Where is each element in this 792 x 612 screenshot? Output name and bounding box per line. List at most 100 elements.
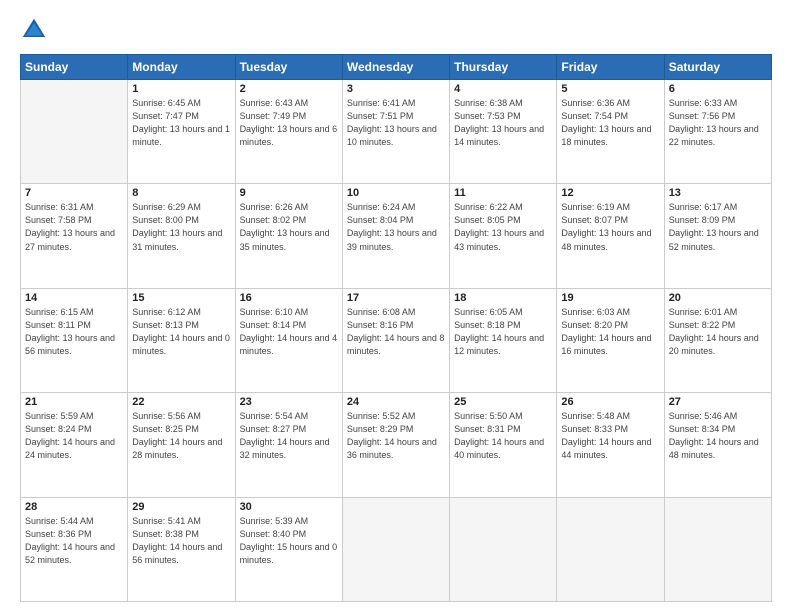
- day-number: 28: [25, 501, 123, 513]
- day-info: Sunrise: 5:44 AMSunset: 8:36 PMDaylight:…: [25, 515, 123, 567]
- day-info: Sunrise: 6:24 AMSunset: 8:04 PMDaylight:…: [347, 201, 445, 253]
- day-number: 14: [25, 292, 123, 304]
- logo: [20, 16, 52, 44]
- day-number: 7: [25, 187, 123, 199]
- day-number: 20: [669, 292, 767, 304]
- day-info: Sunrise: 5:48 AMSunset: 8:33 PMDaylight:…: [561, 410, 659, 462]
- calendar-cell: 9 Sunrise: 6:26 AMSunset: 8:02 PMDaylight…: [235, 184, 342, 288]
- day-info: Sunrise: 6:15 AMSunset: 8:11 PMDaylight:…: [25, 306, 123, 358]
- week-row-0: 1 Sunrise: 6:45 AMSunset: 7:47 PMDaylight…: [21, 80, 772, 184]
- week-row-1: 7Sunrise: 6:31 AMSunset: 7:58 PMDaylight…: [21, 184, 772, 288]
- day-number: 13: [669, 187, 767, 199]
- week-row-4: 28 Sunrise: 5:44 AMSunset: 8:36 PMDayligh…: [21, 497, 772, 601]
- day-info: Sunrise: 6:43 AMSunset: 7:49 PMDaylight:…: [240, 97, 338, 149]
- calendar-cell: 15 Sunrise: 6:12 AMSunset: 8:13 PMDayligh…: [128, 288, 235, 392]
- day-info: Sunrise: 6:45 AMSunset: 7:47 PMDaylight:…: [132, 97, 230, 149]
- weekday-header-row: SundayMondayTuesdayWednesdayThursdayFrid…: [21, 55, 772, 80]
- week-row-2: 14 Sunrise: 6:15 AMSunset: 8:11 PMDayligh…: [21, 288, 772, 392]
- day-info: Sunrise: 6:36 AMSunset: 7:54 PMDaylight:…: [561, 97, 659, 149]
- day-number: 19: [561, 292, 659, 304]
- calendar-cell: [664, 497, 771, 601]
- calendar-cell: 14 Sunrise: 6:15 AMSunset: 8:11 PMDayligh…: [21, 288, 128, 392]
- day-info: Sunrise: 6:12 AMSunset: 8:13 PMDaylight:…: [132, 306, 230, 358]
- calendar-cell: 3 Sunrise: 6:41 AMSunset: 7:51 PMDaylight…: [342, 80, 449, 184]
- calendar-cell: 28 Sunrise: 5:44 AMSunset: 8:36 PMDayligh…: [21, 497, 128, 601]
- weekday-monday: Monday: [128, 55, 235, 80]
- calendar-cell: 30 Sunrise: 5:39 AMSunset: 8:40 PMDayligh…: [235, 497, 342, 601]
- week-row-3: 21 Sunrise: 5:59 AMSunset: 8:24 PMDayligh…: [21, 393, 772, 497]
- day-info: Sunrise: 6:05 AMSunset: 8:18 PMDaylight:…: [454, 306, 552, 358]
- calendar-cell: 25 Sunrise: 5:50 AMSunset: 8:31 PMDayligh…: [450, 393, 557, 497]
- calendar-cell: 23 Sunrise: 5:54 AMSunset: 8:27 PMDayligh…: [235, 393, 342, 497]
- calendar-cell: [450, 497, 557, 601]
- day-info: Sunrise: 6:01 AMSunset: 8:22 PMDaylight:…: [669, 306, 767, 358]
- day-info: Sunrise: 5:54 AMSunset: 8:27 PMDaylight:…: [240, 410, 338, 462]
- calendar-cell: 16Sunrise: 6:10 AMSunset: 8:14 PMDayligh…: [235, 288, 342, 392]
- day-info: Sunrise: 6:17 AMSunset: 8:09 PMDaylight:…: [669, 201, 767, 253]
- day-number: 30: [240, 501, 338, 513]
- calendar-cell: 20 Sunrise: 6:01 AMSunset: 8:22 PMDayligh…: [664, 288, 771, 392]
- calendar-cell: [557, 497, 664, 601]
- day-number: 4: [454, 83, 552, 95]
- day-info: Sunrise: 6:29 AMSunset: 8:00 PMDaylight:…: [132, 201, 230, 253]
- day-info: Sunrise: 6:03 AMSunset: 8:20 PMDaylight:…: [561, 306, 659, 358]
- day-number: 12: [561, 187, 659, 199]
- weekday-tuesday: Tuesday: [235, 55, 342, 80]
- calendar-cell: 1 Sunrise: 6:45 AMSunset: 7:47 PMDaylight…: [128, 80, 235, 184]
- calendar-cell: 27Sunrise: 5:46 AMSunset: 8:34 PMDayligh…: [664, 393, 771, 497]
- day-number: 26: [561, 396, 659, 408]
- calendar-cell: 8 Sunrise: 6:29 AMSunset: 8:00 PMDaylight…: [128, 184, 235, 288]
- day-info: Sunrise: 5:59 AMSunset: 8:24 PMDaylight:…: [25, 410, 123, 462]
- calendar-cell: 29Sunrise: 5:41 AMSunset: 8:38 PMDayligh…: [128, 497, 235, 601]
- weekday-wednesday: Wednesday: [342, 55, 449, 80]
- header: [20, 16, 772, 44]
- calendar-cell: 17Sunrise: 6:08 AMSunset: 8:16 PMDayligh…: [342, 288, 449, 392]
- day-number: 27: [669, 396, 767, 408]
- calendar-cell: 13 Sunrise: 6:17 AMSunset: 8:09 PMDayligh…: [664, 184, 771, 288]
- page: SundayMondayTuesdayWednesdayThursdayFrid…: [0, 0, 792, 612]
- day-info: Sunrise: 5:50 AMSunset: 8:31 PMDaylight:…: [454, 410, 552, 462]
- weekday-friday: Friday: [557, 55, 664, 80]
- day-number: 2: [240, 83, 338, 95]
- calendar-cell: 2 Sunrise: 6:43 AMSunset: 7:49 PMDaylight…: [235, 80, 342, 184]
- day-number: 5: [561, 83, 659, 95]
- calendar-cell: 24 Sunrise: 5:52 AMSunset: 8:29 PMDayligh…: [342, 393, 449, 497]
- calendar-cell: 12 Sunrise: 6:19 AMSunset: 8:07 PMDayligh…: [557, 184, 664, 288]
- weekday-saturday: Saturday: [664, 55, 771, 80]
- day-number: 1: [132, 83, 230, 95]
- calendar-cell: 21 Sunrise: 5:59 AMSunset: 8:24 PMDayligh…: [21, 393, 128, 497]
- calendar-cell: 4 Sunrise: 6:38 AMSunset: 7:53 PMDaylight…: [450, 80, 557, 184]
- calendar-cell: 18Sunrise: 6:05 AMSunset: 8:18 PMDayligh…: [450, 288, 557, 392]
- day-info: Sunrise: 6:08 AMSunset: 8:16 PMDaylight:…: [347, 306, 445, 358]
- day-number: 25: [454, 396, 552, 408]
- day-number: 23: [240, 396, 338, 408]
- day-number: 22: [132, 396, 230, 408]
- logo-icon: [20, 16, 48, 44]
- day-info: Sunrise: 5:39 AMSunset: 8:40 PMDaylight:…: [240, 515, 338, 567]
- day-info: Sunrise: 6:22 AMSunset: 8:05 PMDaylight:…: [454, 201, 552, 253]
- day-number: 10: [347, 187, 445, 199]
- day-number: 9: [240, 187, 338, 199]
- day-info: Sunrise: 6:38 AMSunset: 7:53 PMDaylight:…: [454, 97, 552, 149]
- calendar-cell: 22Sunrise: 5:56 AMSunset: 8:25 PMDayligh…: [128, 393, 235, 497]
- day-number: 15: [132, 292, 230, 304]
- day-info: Sunrise: 6:19 AMSunset: 8:07 PMDaylight:…: [561, 201, 659, 253]
- day-info: Sunrise: 5:52 AMSunset: 8:29 PMDaylight:…: [347, 410, 445, 462]
- calendar-cell: 7Sunrise: 6:31 AMSunset: 7:58 PMDaylight…: [21, 184, 128, 288]
- calendar-cell: 5 Sunrise: 6:36 AMSunset: 7:54 PMDaylight…: [557, 80, 664, 184]
- calendar-table: SundayMondayTuesdayWednesdayThursdayFrid…: [20, 54, 772, 602]
- weekday-sunday: Sunday: [21, 55, 128, 80]
- day-number: 8: [132, 187, 230, 199]
- day-info: Sunrise: 6:33 AMSunset: 7:56 PMDaylight:…: [669, 97, 767, 149]
- day-info: Sunrise: 6:41 AMSunset: 7:51 PMDaylight:…: [347, 97, 445, 149]
- day-info: Sunrise: 6:10 AMSunset: 8:14 PMDaylight:…: [240, 306, 338, 358]
- day-number: 6: [669, 83, 767, 95]
- calendar-cell: 26 Sunrise: 5:48 AMSunset: 8:33 PMDayligh…: [557, 393, 664, 497]
- day-info: Sunrise: 6:26 AMSunset: 8:02 PMDaylight:…: [240, 201, 338, 253]
- calendar-cell: [342, 497, 449, 601]
- day-number: 3: [347, 83, 445, 95]
- day-number: 29: [132, 501, 230, 513]
- day-number: 24: [347, 396, 445, 408]
- day-number: 21: [25, 396, 123, 408]
- calendar-cell: 10 Sunrise: 6:24 AMSunset: 8:04 PMDayligh…: [342, 184, 449, 288]
